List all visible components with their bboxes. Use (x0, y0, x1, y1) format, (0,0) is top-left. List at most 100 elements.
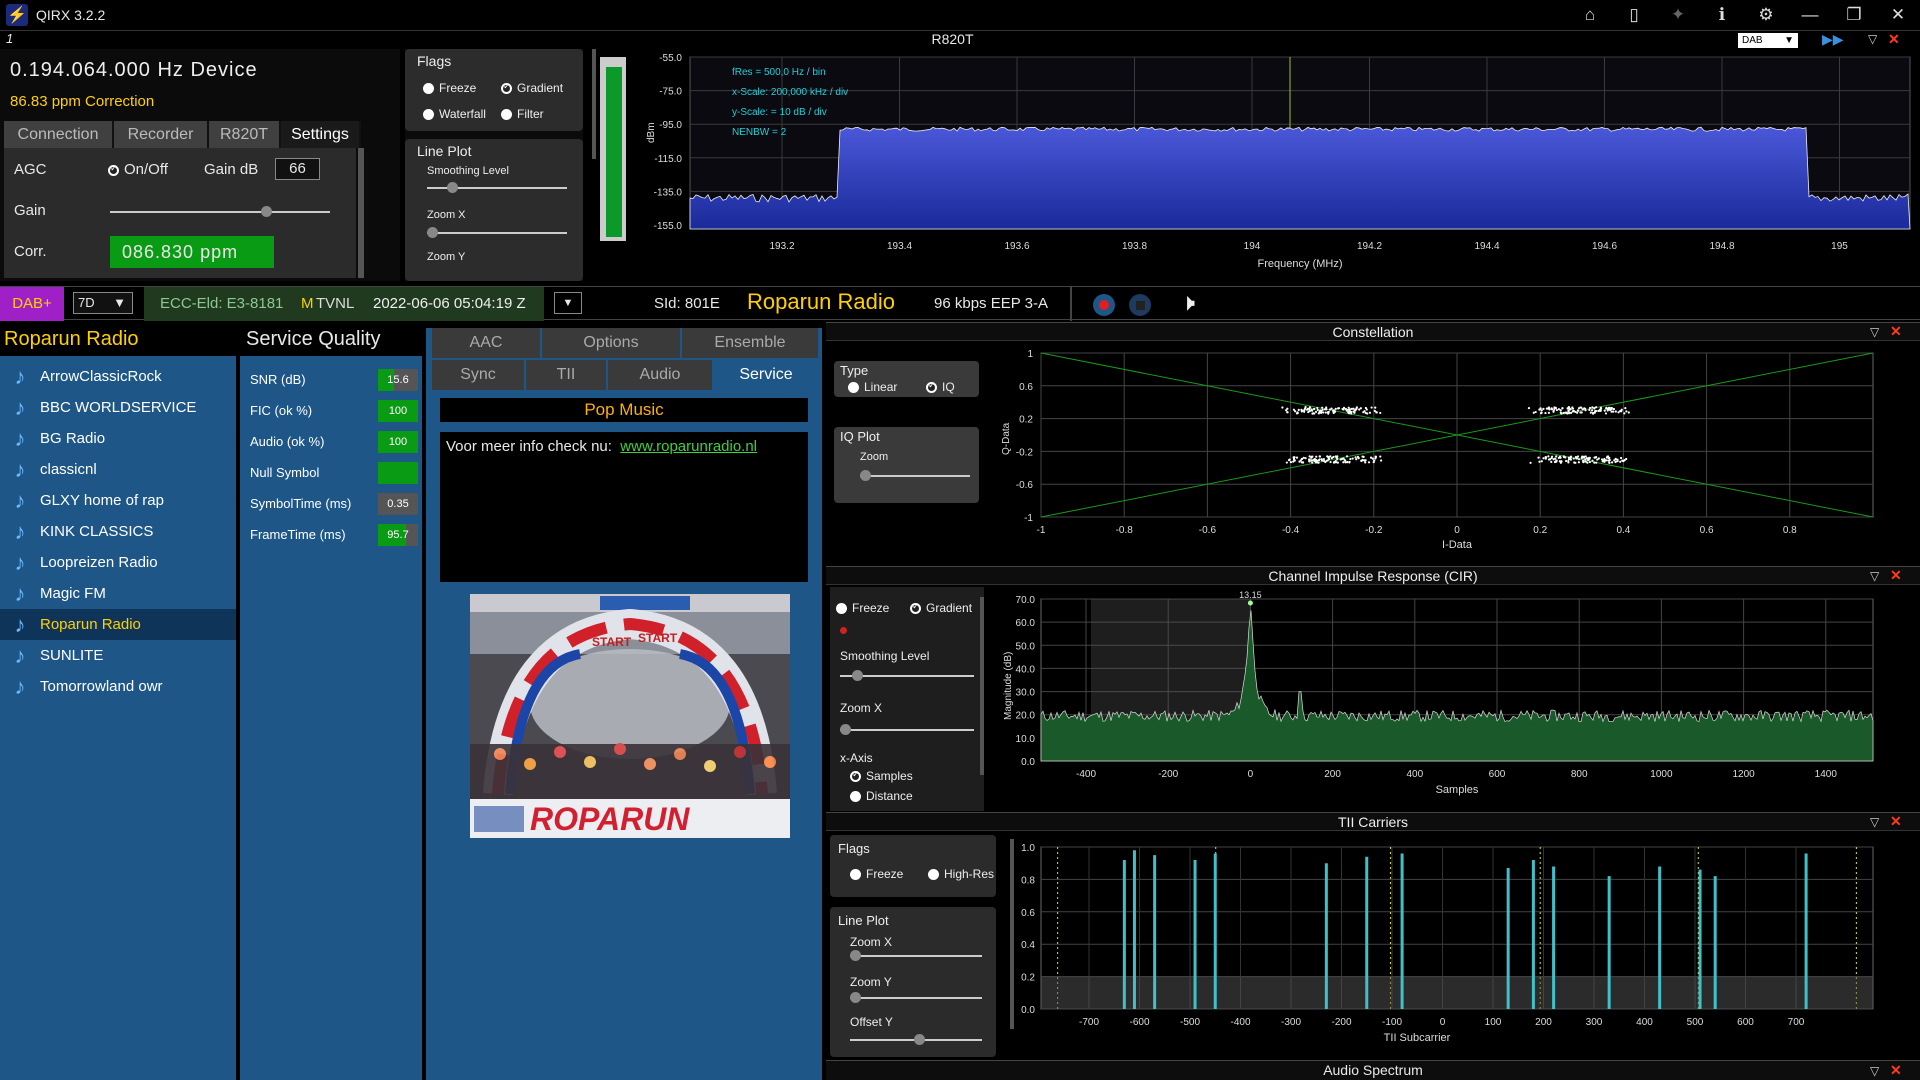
tii-highres-option[interactable]: High-Res (928, 867, 994, 881)
gradient-option[interactable]: Gradient (501, 81, 563, 95)
const-point (1313, 412, 1316, 415)
gain-slider[interactable] (110, 206, 330, 217)
tab-settings[interactable]: Settings (281, 121, 361, 148)
tii-collapse-icon[interactable]: ▽ (1870, 815, 1879, 829)
quality-value: 100 (388, 435, 408, 448)
samples-option[interactable]: Samples (850, 769, 913, 783)
cir-close-icon[interactable]: ✕ (1890, 567, 1902, 584)
constellation-collapse-icon[interactable]: ▽ (1870, 325, 1879, 339)
settings-panel: AGC On/Off Gain dB 66 Gain Corr. 086.830… (4, 148, 364, 278)
cir-ytick: 20.0 (1016, 711, 1036, 722)
satellite-icon[interactable]: ✦ (1656, 0, 1700, 30)
maximize-button[interactable]: ❐ (1832, 0, 1876, 30)
record-button[interactable] (1093, 294, 1115, 316)
station-item[interactable]: ♪ BG Radio (0, 423, 236, 454)
zoomx-slider[interactable] (427, 227, 567, 238)
cir-collapse-icon[interactable]: ▽ (1870, 569, 1879, 583)
tii-offsety-label: Offset Y (850, 1015, 893, 1029)
play-arrow-icon[interactable]: ▶▶ (1822, 31, 1844, 48)
freeze-option[interactable]: Freeze (423, 81, 476, 95)
tii-close-icon[interactable]: ✕ (1890, 813, 1902, 830)
audio-spectrum-panel: Audio Spectrum ▽ ✕ (826, 1060, 1920, 1080)
dls-link[interactable]: www.roparunradio.nl (620, 438, 757, 455)
tii-ytick: 1.0 (1021, 843, 1035, 854)
tii-zoomx-slider[interactable] (850, 950, 982, 961)
smoothing-slider[interactable] (427, 182, 567, 193)
const-point (1591, 459, 1594, 462)
info-icon[interactable]: ℹ (1700, 0, 1744, 30)
const-zoom-slider[interactable] (860, 470, 970, 481)
dls-text: Voor meer info check nu: (446, 438, 612, 455)
linear-option[interactable]: Linear (848, 380, 897, 394)
cir-xtick: 1000 (1650, 769, 1673, 780)
waterfall-option[interactable]: Waterfall (423, 107, 486, 121)
tab-recorder[interactable]: Recorder (114, 121, 209, 148)
flags-scrollbar[interactable] (592, 49, 596, 159)
tab-connection[interactable]: Connection (4, 121, 114, 148)
cir-freeze-option[interactable]: Freeze (836, 601, 889, 615)
settings-scrollbar[interactable] (358, 148, 364, 278)
audio-close-icon[interactable]: ✕ (1890, 1062, 1902, 1079)
cir-gradient-option[interactable]: Gradient (910, 601, 972, 615)
const-point (1366, 412, 1369, 415)
const-point (1542, 407, 1545, 411)
station-item[interactable]: ♪ SUNLITE (0, 640, 236, 671)
tii-xtick: -300 (1281, 1017, 1301, 1028)
tii-offsety-slider[interactable] (850, 1034, 982, 1045)
station-name: KINK CLASSICS (40, 523, 154, 540)
cir-scrollbar[interactable] (980, 597, 984, 775)
const-point (1303, 408, 1306, 412)
tii-zoomy-slider[interactable] (850, 992, 982, 1003)
collapse-icon[interactable]: ▽ (1868, 32, 1877, 46)
station-item[interactable]: ♪ Tomorrowland owr (0, 671, 236, 702)
tab-options[interactable]: Options (542, 328, 682, 358)
gear-icon[interactable]: ⚙ (1744, 0, 1788, 30)
distance-option[interactable]: Distance (850, 789, 913, 803)
tii-xtick: 300 (1586, 1017, 1603, 1028)
station-item[interactable]: ♪ Loopreizen Radio (0, 547, 236, 578)
gaindb-input[interactable]: 66 (275, 158, 320, 180)
cir-zoomx-slider[interactable] (840, 724, 974, 735)
station-item[interactable]: ♪ Roparun Radio (0, 609, 236, 640)
station-item[interactable]: ♪ BBC WORLDSERVICE (0, 392, 236, 423)
agc-onoff-checkbox[interactable]: On/Off (108, 161, 168, 178)
tab-ensemble[interactable]: Ensemble (682, 328, 820, 358)
quality-value (378, 462, 418, 484)
audio-collapse-icon[interactable]: ▽ (1870, 1064, 1879, 1078)
station-item[interactable]: ♪ classicnl (0, 454, 236, 485)
station-item[interactable]: ♪ GLXY home of rap (0, 485, 236, 516)
tab-audio[interactable]: Audio (608, 360, 714, 390)
map-icon[interactable]: ▯ (1612, 0, 1656, 30)
channel-select[interactable]: 7D ▼ (73, 292, 133, 314)
tab-service[interactable]: Service (714, 360, 820, 390)
const-point (1289, 461, 1293, 464)
tab-tii[interactable]: TII (526, 360, 608, 390)
home-icon[interactable]: ⌂ (1568, 0, 1612, 30)
iq-option[interactable]: IQ (926, 380, 955, 394)
const-point (1574, 455, 1578, 459)
speaker-icon[interactable]: 🕨 (1180, 289, 1195, 317)
station-item[interactable]: ♪ ArrowClassicRock (0, 361, 236, 392)
tii-scrollbar[interactable] (1010, 839, 1014, 1029)
datetime-dropdown[interactable]: ▼ (554, 292, 582, 314)
station-item[interactable]: ♪ KINK CLASSICS (0, 516, 236, 547)
mode-select[interactable]: DAB ▼ (1738, 33, 1798, 48)
spectrum-trace (689, 126, 1911, 230)
tab-aac[interactable]: AAC (432, 328, 542, 358)
spectrum-xlabel: Frequency (MHz) (1258, 258, 1343, 270)
station-item[interactable]: ♪ Magic FM (0, 578, 236, 609)
tab-r820t[interactable]: R820T (209, 121, 281, 148)
cir-smoothing-slider[interactable] (840, 670, 974, 681)
quality-row: SNR (dB) 15.6 (250, 364, 422, 395)
close-icon[interactable]: ✕ (1888, 31, 1900, 48)
close-button[interactable]: ✕ (1876, 0, 1920, 30)
constellation-close-icon[interactable]: ✕ (1890, 323, 1902, 340)
stop-button[interactable] (1129, 294, 1151, 316)
const-point (1591, 406, 1594, 409)
const-point (1313, 458, 1316, 461)
filter-option[interactable]: Filter (501, 107, 544, 121)
const-point (1534, 410, 1537, 414)
tab-sync[interactable]: Sync (432, 360, 526, 390)
tii-freeze-option[interactable]: Freeze (850, 867, 903, 881)
minimize-button[interactable]: — (1788, 0, 1832, 30)
